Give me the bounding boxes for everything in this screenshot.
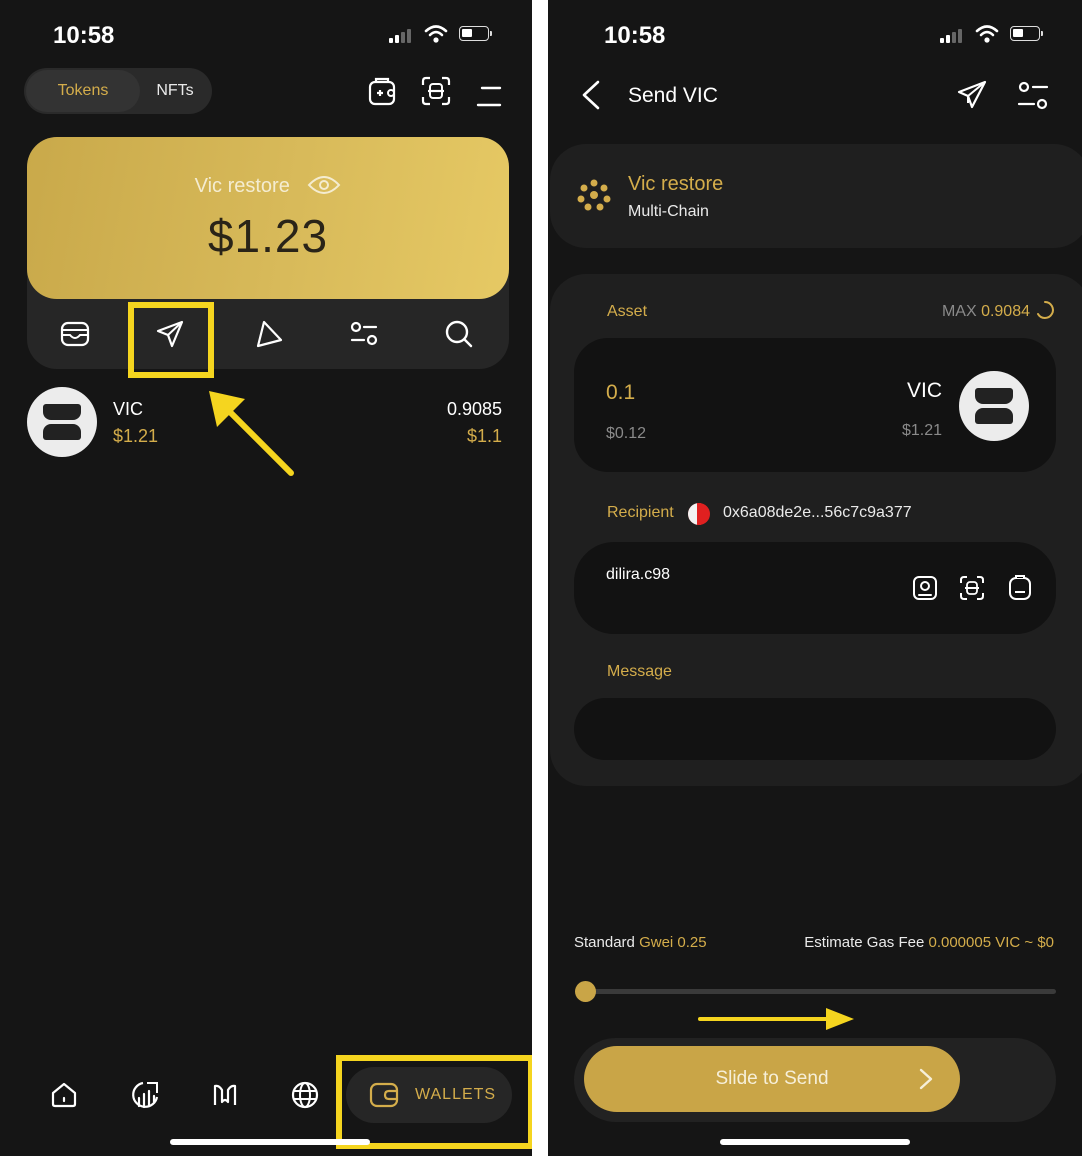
back-icon[interactable] — [580, 80, 602, 110]
address-avatar-icon — [688, 503, 710, 525]
settings-sliders-icon[interactable] — [1016, 80, 1050, 112]
paste-icon[interactable] — [1007, 575, 1033, 601]
wallet-balance-card[interactable]: Vic restore $1.23 — [27, 137, 509, 299]
globe-icon[interactable] — [290, 1080, 320, 1110]
status-time: 10:58 — [604, 22, 666, 49]
dapp-icon[interactable] — [211, 1082, 239, 1108]
send-highlight-box — [128, 302, 214, 378]
arrow-annotation-icon — [209, 391, 294, 476]
fee-standard[interactable]: Standard Gwei 0.25 — [574, 934, 707, 951]
home-indicator — [720, 1139, 910, 1145]
battery-icon — [1010, 26, 1043, 41]
token-symbol: VIC — [113, 399, 144, 419]
signal-icon — [389, 29, 411, 43]
asset-label: Asset — [607, 303, 648, 320]
vic-token-logo[interactable] — [959, 371, 1029, 441]
token-value: $1.1 — [466, 426, 502, 446]
chevron-right-icon — [919, 1068, 933, 1090]
amount-input[interactable]: 0.1 — [606, 381, 635, 405]
tab-nfts[interactable]: NFTs — [140, 70, 210, 112]
page-title: Send VIC — [628, 84, 718, 107]
slide-to-send-button[interactable]: Slide to Send — [584, 1046, 960, 1112]
wallet-balance: $1.23 — [207, 210, 329, 262]
right-screen: 10:58 Send VIC Vic restore Multi-Chain A… — [548, 0, 1082, 1156]
wallet-icon[interactable] — [60, 320, 90, 348]
asset-price: $1.21 — [901, 422, 942, 439]
telegram-icon[interactable] — [956, 79, 988, 111]
receive-icon[interactable] — [254, 319, 284, 349]
max-button[interactable]: MAX 0.9084 — [942, 303, 1030, 321]
message-label: Message — [607, 663, 672, 680]
wallet-name: Vic restore — [628, 173, 724, 195]
chart-icon[interactable] — [130, 1080, 160, 1110]
amount-usd: $0.12 — [606, 425, 647, 442]
home-indicator — [170, 1139, 370, 1145]
message-field[interactable] — [574, 698, 1056, 760]
signal-icon — [940, 29, 962, 43]
tab-tokens[interactable]: Tokens — [26, 70, 140, 112]
menu-icon[interactable] — [476, 85, 502, 109]
gas-slider-knob[interactable] — [575, 981, 596, 1002]
recipient-address: 0x6a08de2e...56c7c9a377 — [723, 504, 912, 521]
wallet-selector[interactable] — [550, 144, 1082, 248]
gas-slider-track[interactable] — [586, 989, 1056, 994]
recipient-label: Recipient — [607, 504, 674, 521]
multichain-logo-icon — [577, 179, 611, 211]
asset-type-toggle: Tokens NFTs — [24, 68, 212, 114]
add-wallet-icon[interactable] — [367, 75, 399, 107]
wallet-chain: Multi-Chain — [628, 203, 709, 220]
wallets-highlight-box — [336, 1055, 532, 1149]
token-price: $1.21 — [113, 426, 159, 446]
scan-icon[interactable] — [959, 575, 985, 601]
eye-icon[interactable] — [307, 175, 341, 195]
asset-symbol: VIC — [906, 379, 942, 402]
wifi-icon — [424, 25, 448, 43]
token-amount: 0.9085 — [446, 399, 502, 419]
refresh-icon[interactable] — [1035, 300, 1055, 320]
fee-estimate: Estimate Gas Fee 0.000005 VIC ~ $0 — [804, 934, 1054, 951]
vic-token-logo — [27, 387, 97, 457]
search-icon[interactable] — [444, 319, 474, 349]
left-screen: 10:58 Tokens NFTs Vic restore $1.23 VIC … — [0, 0, 532, 1156]
wifi-icon — [975, 25, 999, 43]
battery-icon — [459, 26, 492, 41]
contact-icon[interactable] — [912, 575, 938, 601]
status-time: 10:58 — [53, 22, 115, 49]
home-icon[interactable] — [50, 1081, 78, 1109]
scan-icon[interactable] — [420, 75, 452, 107]
settings-sliders-icon[interactable] — [349, 320, 379, 348]
slide-to-send-label: Slide to Send — [715, 1068, 829, 1089]
wallet-name: Vic restore — [27, 175, 509, 198]
recipient-input[interactable]: dilira.c98 — [606, 566, 670, 584]
arrow-annotation-icon — [698, 1008, 854, 1030]
